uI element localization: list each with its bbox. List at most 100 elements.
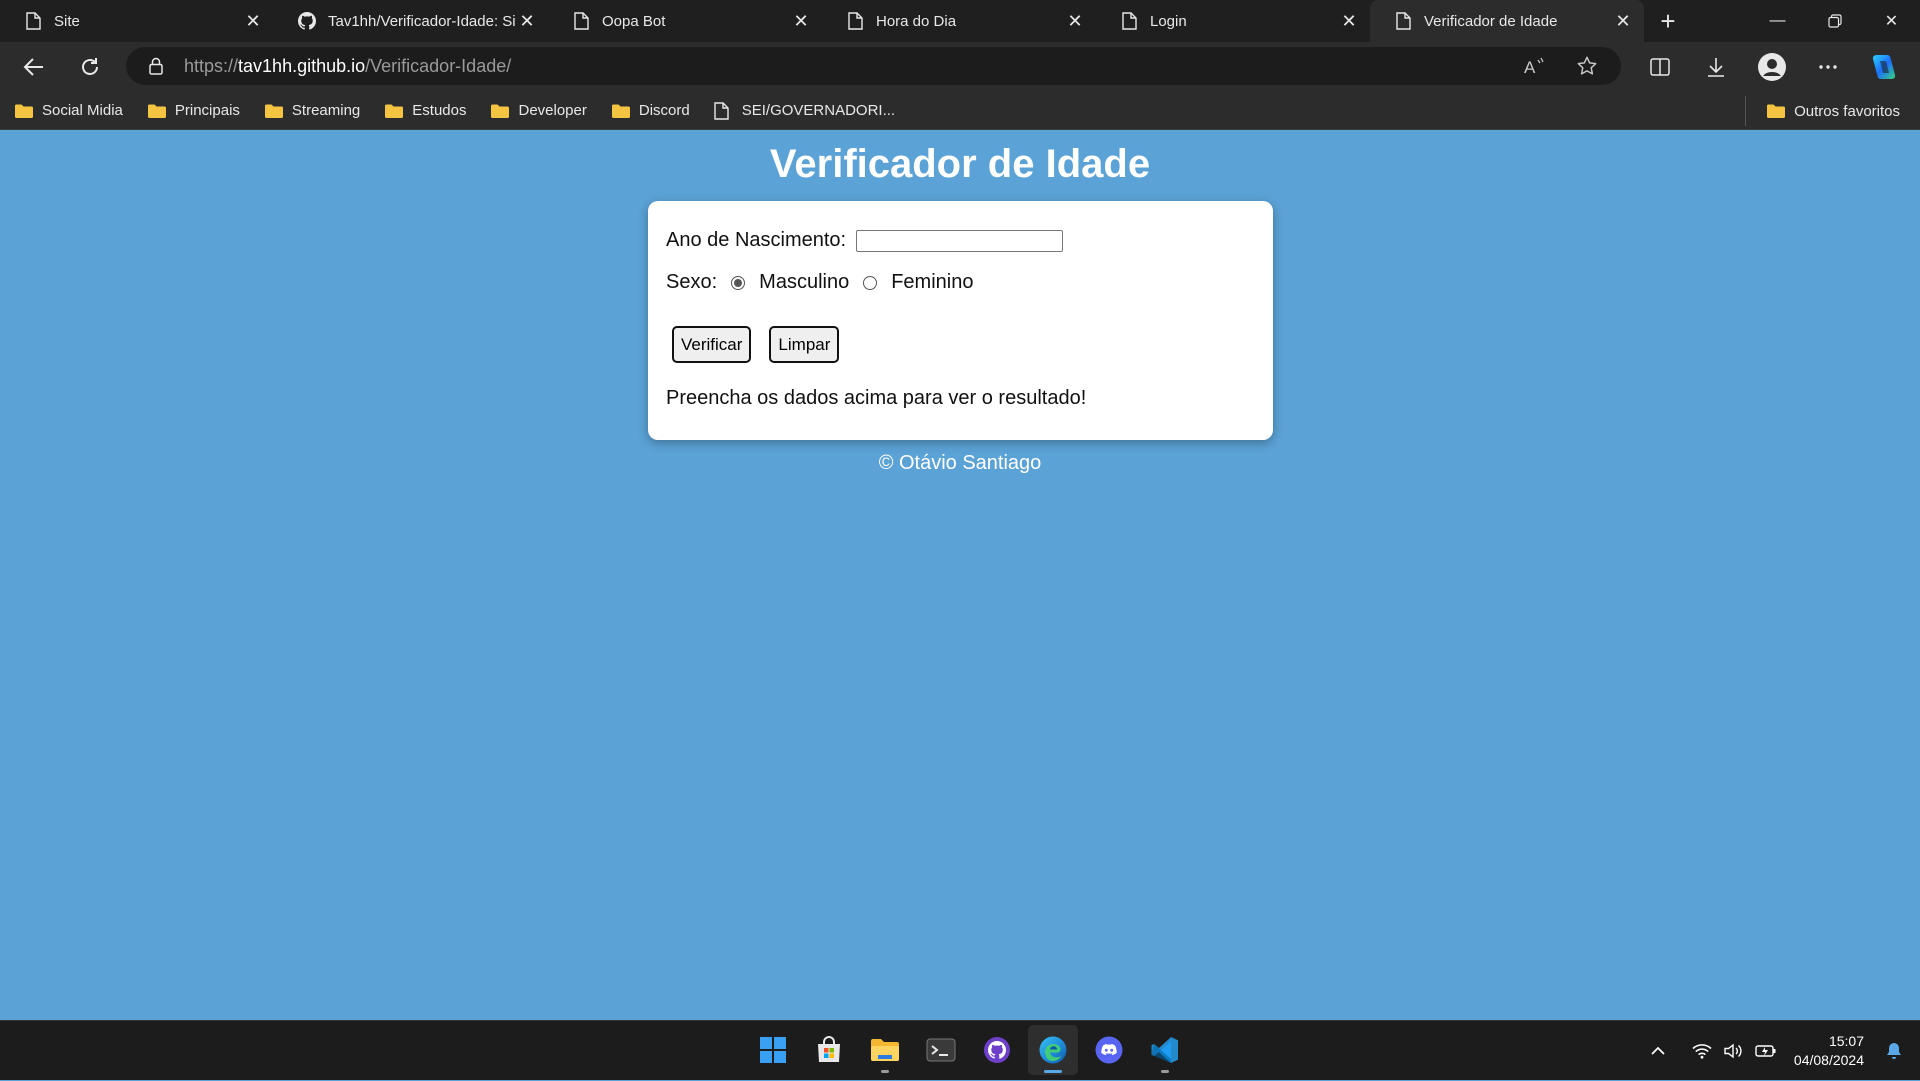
bookmark-estudos[interactable]: Estudos	[370, 96, 476, 126]
system-tray: 15:07 04/08/2024	[1642, 1021, 1920, 1081]
radio-masculino-label[interactable]: Masculino	[759, 271, 849, 294]
new-tab-button[interactable]: +	[1644, 0, 1692, 42]
close-icon[interactable]: ✕	[242, 10, 264, 32]
split-screen-icon[interactable]	[1632, 42, 1688, 92]
windows-start-icon[interactable]	[748, 1025, 798, 1075]
form-card: Ano de Nascimento: Sexo: Masculino Femin…	[648, 201, 1273, 440]
battery-charging-icon[interactable]	[1752, 1037, 1780, 1065]
tab-verificador-de-idade[interactable]: Verificador de Idade ✕	[1370, 0, 1644, 42]
close-icon[interactable]: ✕	[516, 10, 538, 32]
url-path: /Verificador-Idade/	[365, 55, 512, 76]
tab-hora-do-dia[interactable]: Hora do Dia ✕	[822, 0, 1096, 42]
tab-oopa-bot[interactable]: Oopa Bot ✕	[548, 0, 822, 42]
url-host: tav1hh.github.io	[238, 55, 366, 76]
favorite-star-icon[interactable]	[1561, 47, 1613, 85]
taskbar: 15:07 04/08/2024	[0, 1020, 1920, 1080]
running-indicator	[1161, 1070, 1169, 1073]
folder-icon	[264, 103, 284, 119]
bookmark-label: SEI/GOVERNADORI...	[741, 102, 896, 119]
radio-masculino[interactable]	[731, 275, 746, 290]
folder-icon	[14, 103, 34, 119]
birth-year-input[interactable]	[856, 229, 1064, 252]
form-buttons: Verificar Limpar	[672, 326, 857, 363]
birth-year-label: Ano de Nascimento:	[666, 229, 847, 251]
vscode-icon[interactable]	[1140, 1025, 1190, 1075]
folder-icon	[490, 103, 510, 119]
minimize-icon[interactable]: —	[1749, 0, 1806, 42]
radio-feminino[interactable]	[863, 275, 878, 290]
page-icon	[24, 12, 42, 30]
bookmark-label: Streaming	[291, 102, 361, 119]
page-icon	[714, 101, 734, 120]
tab-label: Hora do Dia	[876, 12, 957, 30]
tab-label: Verificador de Idade	[1424, 12, 1558, 30]
terminal-icon[interactable]	[916, 1025, 966, 1075]
bookmark-label: Principais	[174, 102, 240, 119]
file-explorer-icon[interactable]	[860, 1025, 910, 1075]
copilot-icon[interactable]	[1856, 42, 1912, 92]
radio-feminino-label[interactable]: Feminino	[891, 271, 973, 294]
running-indicator	[881, 1070, 889, 1073]
bookmark-developer[interactable]: Developer	[476, 96, 596, 126]
close-icon[interactable]: ✕	[1612, 10, 1634, 32]
bookmark-label: Estudos	[412, 102, 467, 119]
tab-label: Login	[1150, 12, 1187, 30]
page-icon	[1120, 12, 1138, 30]
bookmark-principais[interactable]: Principais	[133, 96, 250, 126]
tab-github-repo[interactable]: Tav1hh/Verificador-Idade: Site ✕	[274, 0, 548, 42]
page-title: Verificador de Idade	[769, 142, 1151, 186]
sex-label: Sexo:	[666, 271, 718, 293]
close-icon[interactable]: ✕	[1064, 10, 1086, 32]
clock-time: 15:07	[1828, 1033, 1864, 1049]
active-indicator	[1044, 1070, 1062, 1073]
discord-icon[interactable]	[1084, 1025, 1134, 1075]
bookmark-outros-favoritos[interactable]: Outros favoritos	[1752, 96, 1910, 126]
bookmark-streaming[interactable]: Streaming	[250, 96, 370, 126]
refresh-icon[interactable]	[62, 42, 118, 92]
page-icon	[846, 12, 864, 30]
result-text: Preencha os dados acima para ver o resul…	[666, 387, 1087, 409]
url-scheme: https://	[184, 55, 239, 76]
page-content: Verificador de Idade Ano de Nascimento: …	[0, 130, 1920, 1020]
tab-login[interactable]: Login ✕	[1096, 0, 1370, 42]
edge-icon[interactable]	[1028, 1025, 1078, 1075]
bookmark-sei-governadoria[interactable]: SEI/GOVERNADORI...	[700, 96, 905, 126]
address-bar[interactable]: https://tav1hh.github.io/Verificador-Ida…	[126, 47, 1621, 85]
download-icon[interactable]	[1688, 42, 1744, 92]
bookmark-label: Social Midia	[42, 102, 123, 119]
folder-icon	[384, 103, 404, 119]
profile-avatar-icon[interactable]	[1744, 42, 1800, 92]
bookmark-label: Outros favoritos	[1794, 102, 1900, 120]
url-text: https://tav1hh.github.io/Verificador-Ida…	[184, 56, 511, 77]
more-options-icon[interactable]	[1800, 42, 1856, 92]
sex-row: Sexo: Masculino Feminino	[666, 271, 973, 294]
close-icon[interactable]: ✕	[790, 10, 812, 32]
verify-button[interactable]: Verificar	[672, 326, 752, 363]
tab-label: Site	[54, 12, 80, 30]
page-icon	[1394, 12, 1412, 30]
notification-bell-icon[interactable]	[1880, 1037, 1908, 1065]
clock-date: 04/08/2024	[1793, 1052, 1864, 1068]
close-window-icon[interactable]: ✕	[1863, 0, 1920, 42]
bookmarks-bar: Social Midia Principais Streaming Estudo…	[0, 92, 1920, 130]
microsoft-store-icon[interactable]	[804, 1025, 854, 1075]
clear-button[interactable]: Limpar	[769, 326, 840, 363]
tab-site[interactable]: Site ✕	[0, 0, 274, 42]
close-icon[interactable]: ✕	[1338, 10, 1360, 32]
folder-icon	[611, 103, 631, 119]
bookmark-discord[interactable]: Discord	[597, 96, 700, 126]
chevron-up-icon[interactable]	[1644, 1037, 1672, 1065]
restore-icon[interactable]	[1806, 0, 1863, 42]
clock[interactable]: 15:07 04/08/2024	[1794, 1032, 1864, 1070]
github-desktop-icon[interactable]	[972, 1025, 1022, 1075]
volume-icon[interactable]	[1720, 1037, 1748, 1065]
back-icon[interactable]	[6, 42, 62, 92]
wifi-icon[interactable]	[1688, 1037, 1716, 1065]
lock-icon[interactable]	[146, 56, 166, 76]
read-aloud-icon[interactable]: A	[1509, 47, 1561, 85]
github-icon	[298, 12, 316, 30]
window-controls: — ✕	[1749, 0, 1920, 42]
bookmark-social-midia[interactable]: Social Midia	[0, 96, 133, 126]
page-icon	[572, 12, 590, 30]
tab-label: Oopa Bot	[602, 12, 666, 30]
